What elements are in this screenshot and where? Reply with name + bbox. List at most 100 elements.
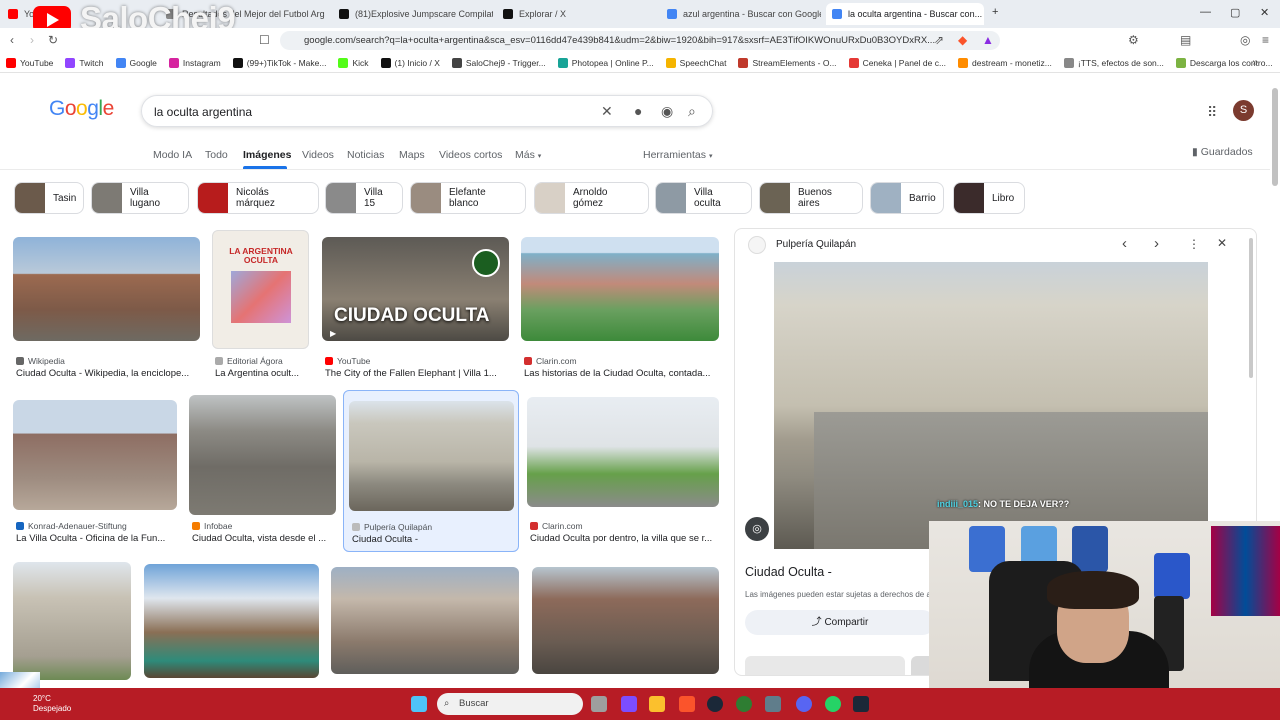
whatsapp-icon[interactable] <box>825 696 841 712</box>
reload-icon[interactable]: ↻ <box>48 33 58 47</box>
tab-maps[interactable]: Maps <box>399 149 425 161</box>
search-box[interactable]: la oculta argentina ✕ ● ◉ ⌕ <box>141 95 713 127</box>
bookmark-item[interactable]: Descarga los contro... <box>1175 57 1273 68</box>
related-thumbnail[interactable] <box>745 656 905 675</box>
mic-icon[interactable]: ● <box>634 103 642 119</box>
apps-grid-icon[interactable]: ⠿ <box>1207 104 1217 121</box>
saved-button[interactable]: ▮ Guardados <box>1192 146 1253 158</box>
tab-videos[interactable]: Videos <box>302 149 334 161</box>
image-result[interactable]: LA ARGENTINA OCULTA Editorial Ágora La A… <box>212 230 312 381</box>
task-view-icon[interactable] <box>591 696 607 712</box>
lens-icon[interactable]: ◎ <box>745 517 769 541</box>
steam-icon[interactable] <box>853 696 869 712</box>
browser-tab[interactable]: Explorar / X <box>497 3 657 25</box>
search-icon[interactable]: ⌕ <box>688 103 696 120</box>
tab-todo[interactable]: Todo <box>205 149 228 161</box>
lens-icon[interactable]: ◉ <box>661 103 673 120</box>
settings-icon[interactable] <box>765 696 781 712</box>
image-result[interactable] <box>144 564 319 680</box>
menu-icon[interactable]: ≡ <box>1262 33 1269 47</box>
tab-imagenes[interactable]: Imágenes <box>243 149 291 161</box>
clear-icon[interactable]: ✕ <box>601 103 613 120</box>
vpn-icon[interactable]: ◎ <box>1240 33 1250 47</box>
panel-source[interactable]: Pulpería Quilapán <box>776 239 856 250</box>
bookmark-item[interactable]: SaloChej9 - Trigger... <box>451 57 546 68</box>
image-result[interactable]: Wikipedia Ciudad Oculta - Wikipedia, la … <box>13 237 200 381</box>
taskbar-search[interactable]: ⌕ Buscar <box>437 693 583 715</box>
url-field[interactable]: google.com/search?q=la+oculta+argentina&… <box>280 31 1000 50</box>
brave-icon[interactable] <box>679 696 695 712</box>
chip-buenos-aires[interactable]: Buenos aires <box>759 182 863 214</box>
image-result[interactable] <box>331 567 519 680</box>
obs-icon[interactable] <box>707 696 723 712</box>
sidebar-icon[interactable]: ▤ <box>1180 33 1191 47</box>
avatar[interactable]: S <box>1233 100 1254 121</box>
close-icon[interactable]: ✕ <box>1217 236 1227 250</box>
brave-shield-icon[interactable]: ◆ <box>958 33 967 47</box>
share-icon[interactable]: ⇗ <box>934 33 944 47</box>
image-result[interactable]: Clarin.com Las historias de la Ciudad Oc… <box>521 237 719 381</box>
browser-tab-active[interactable]: la oculta argentina - Buscar con...✕ <box>826 3 984 25</box>
more-bookmarks-icon[interactable]: » <box>1252 57 1258 68</box>
maximize-icon[interactable]: ▢ <box>1230 6 1240 19</box>
new-tab-icon[interactable]: + <box>992 6 998 18</box>
bookmark-item[interactable]: Twitch <box>65 57 104 68</box>
back-icon[interactable]: ‹ <box>10 33 14 47</box>
bookmark-item[interactable]: ¡TTS, efectos de son... <box>1063 57 1164 68</box>
next-icon[interactable]: › <box>1154 235 1159 252</box>
image-result-selected[interactable]: Pulpería Quilapán Ciudad Oculta - <box>343 390 519 552</box>
image-result[interactable]: Clarin.com Ciudad Oculta por dentro, la … <box>527 397 719 545</box>
tab-mas[interactable]: Más ▾ <box>515 149 541 161</box>
google-logo[interactable]: Google <box>49 97 114 121</box>
chip-villa-15[interactable]: Villa 15 <box>325 182 403 214</box>
image-result[interactable]: Infobae Ciudad Oculta, vista desde el ..… <box>189 395 336 545</box>
tab-noticias[interactable]: Noticias <box>347 149 384 161</box>
image-result[interactable] <box>532 567 719 680</box>
tab-videos-cortos[interactable]: Videos cortos <box>439 149 502 161</box>
chip-arnoldo-gómez[interactable]: Arnoldo gómez <box>534 182 649 214</box>
bookmark-item[interactable]: (1) Inicio / X <box>380 57 440 68</box>
panel-caption[interactable]: Ciudad Oculta - <box>745 565 832 579</box>
xbox-icon[interactable] <box>736 696 752 712</box>
more-options-icon[interactable]: ⋮ <box>1188 237 1200 251</box>
file-explorer-icon[interactable] <box>649 696 665 712</box>
weather-widget[interactable]: 20°C Despejado <box>33 694 71 714</box>
chip-villa-lugano[interactable]: Villa lugano <box>91 182 189 214</box>
browser-tab[interactable]: (81)Explosive Jumpscare Compilation... <box>333 3 493 25</box>
chip-nicolás-márquez[interactable]: Nicolás márquez <box>197 182 319 214</box>
bookmark-item[interactable]: Instagram <box>168 57 221 68</box>
chip-villa-oculta[interactable]: Villa oculta <box>655 182 752 214</box>
windows-start-icon[interactable] <box>411 696 427 712</box>
bookmark-item[interactable]: Photopea | Online P... <box>557 57 654 68</box>
panel-scrollbar[interactable] <box>1249 238 1253 378</box>
bookmark-item[interactable]: destream - monetiz... <box>958 57 1052 68</box>
forward-icon[interactable]: › <box>30 33 34 47</box>
tools-button[interactable]: Herramientas ▾ <box>643 149 712 161</box>
page-scrollbar[interactable] <box>1272 88 1278 186</box>
bookmark-item[interactable]: Google <box>115 57 157 68</box>
chip-barrio[interactable]: Barrio <box>870 182 944 214</box>
bookmark-icon[interactable]: ☐ <box>259 33 270 47</box>
bookmark-item[interactable]: (99+)TikTok - Make... <box>232 57 326 68</box>
bookmark-item[interactable]: Ceneka | Panel de c... <box>848 57 946 68</box>
store-icon[interactable] <box>621 696 637 712</box>
chip-tasin[interactable]: Tasin <box>14 182 84 214</box>
image-result[interactable]: Konrad-Adenauer-Stiftung La Villa Oculta… <box>13 400 177 545</box>
previous-icon[interactable]: ‹ <box>1122 235 1127 252</box>
extensions-icon[interactable]: ⚙ <box>1128 33 1139 47</box>
chip-elefante-blanco[interactable]: Elefante blanco <box>410 182 526 214</box>
browser-tab[interactable]: azul argentina - Buscar con Google <box>661 3 821 25</box>
bookmark-item[interactable]: YouTube <box>6 57 53 68</box>
rewards-icon[interactable]: ▲ <box>982 33 994 47</box>
image-result[interactable] <box>13 562 131 680</box>
chip-libro[interactable]: Libro <box>953 182 1025 214</box>
close-window-icon[interactable]: ✕ <box>1260 6 1269 19</box>
bookmark-item[interactable]: StreamElements - O... <box>738 57 837 68</box>
image-result[interactable]: CIUDAD OCULTA ▶ YouTube The City of the … <box>322 237 509 381</box>
tab-modo-ia[interactable]: Modo IA <box>153 149 192 161</box>
bookmark-item[interactable]: Kick <box>338 57 369 68</box>
share-button[interactable]: ⤴ Compartir <box>745 610 935 635</box>
search-input[interactable]: la oculta argentina <box>154 105 252 119</box>
bookmark-item[interactable]: SpeechChat <box>665 57 726 68</box>
minimize-icon[interactable]: — <box>1200 6 1211 18</box>
